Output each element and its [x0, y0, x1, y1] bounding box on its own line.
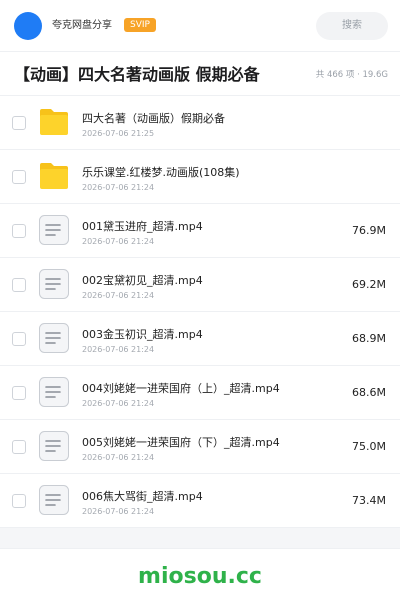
checkbox[interactable] [12, 170, 26, 184]
list-item[interactable]: 004刘姥姥一进荣国府（上）_超清.mp4 2026-07-06 21:24 6… [0, 366, 400, 420]
list-item[interactable]: 006焦大骂街_超清.mp4 2026-07-06 21:24 73.4M [0, 474, 400, 528]
file-date: 2026-07-06 21:25 [82, 129, 155, 138]
video-file-icon [39, 377, 69, 407]
file-date: 2026-07-06 21:24 [82, 453, 155, 462]
file-size: 75.0M [352, 440, 386, 453]
checkbox[interactable] [12, 116, 26, 130]
file-name: 001黛玉进府_超清.mp4 [82, 220, 203, 233]
file-size: 68.6M [352, 386, 386, 399]
file-size: 76.9M [352, 224, 386, 237]
video-file-icon [39, 215, 69, 245]
page-title: 【动画】四大名著动画版 假期必备 [14, 65, 260, 84]
checkbox[interactable] [12, 494, 26, 508]
list-item[interactable]: 002宝黛初见_超清.mp4 2026-07-06 21:24 69.2M [0, 258, 400, 312]
share-source-name: 夸克网盘分享 [52, 20, 112, 31]
file-date: 2026-07-06 21:24 [82, 237, 155, 246]
avatar[interactable] [14, 12, 42, 40]
file-date: 2026-07-06 21:24 [82, 345, 155, 354]
file-list: 四大名著（动画版）假期必备 2026-07-06 21:25 乐乐课堂.红楼梦.… [0, 96, 400, 528]
checkbox[interactable] [12, 440, 26, 454]
file-size: 69.2M [352, 278, 386, 291]
folder-icon [40, 163, 68, 189]
svip-badge: SVIP [124, 18, 156, 32]
file-name: 006焦大骂街_超清.mp4 [82, 490, 203, 503]
file-size: 68.9M [352, 332, 386, 345]
search-button[interactable]: 搜索 [316, 12, 388, 40]
watermark-text: miosou.cc [138, 564, 262, 589]
file-name: 004刘姥姥一进荣国府（上）_超清.mp4 [82, 382, 280, 395]
file-name: 四大名著（动画版）假期必备 [82, 112, 225, 125]
list-item[interactable]: 003金玉初识_超清.mp4 2026-07-06 21:24 68.9M [0, 312, 400, 366]
file-name: 002宝黛初见_超清.mp4 [82, 274, 203, 287]
checkbox[interactable] [12, 224, 26, 238]
file-name: 003金玉初识_超清.mp4 [82, 328, 203, 341]
video-file-icon [39, 431, 69, 461]
video-file-icon [39, 485, 69, 515]
file-date: 2026-07-06 21:24 [82, 507, 155, 516]
video-file-icon [39, 269, 69, 299]
list-item[interactable]: 001黛玉进府_超清.mp4 2026-07-06 21:24 76.9M [0, 204, 400, 258]
folder-header: 【动画】四大名著动画版 假期必备 共 466 项 · 19.6G [0, 52, 400, 96]
folder-meta: 共 466 项 · 19.6G [315, 70, 388, 80]
file-date: 2026-07-06 21:24 [82, 291, 155, 300]
video-file-icon [39, 323, 69, 353]
file-size: 73.4M [352, 494, 386, 507]
file-name: 005刘姥姥一进荣国府（下）_超清.mp4 [82, 436, 280, 449]
footer: miosou.cc [0, 548, 400, 600]
top-bar: 夸克网盘分享 SVIP 搜索 [0, 0, 400, 52]
file-date: 2026-07-06 21:24 [82, 399, 155, 408]
checkbox[interactable] [12, 386, 26, 400]
checkbox[interactable] [12, 278, 26, 292]
list-item[interactable]: 乐乐课堂.红楼梦.动画版(108集) 2026-07-06 21:24 [0, 150, 400, 204]
file-name: 乐乐课堂.红楼梦.动画版(108集) [82, 166, 240, 179]
list-item[interactable]: 四大名著（动画版）假期必备 2026-07-06 21:25 [0, 96, 400, 150]
list-item[interactable]: 005刘姥姥一进荣国府（下）_超清.mp4 2026-07-06 21:24 7… [0, 420, 400, 474]
folder-icon [40, 109, 68, 135]
file-date: 2026-07-06 21:24 [82, 183, 155, 192]
checkbox[interactable] [12, 332, 26, 346]
